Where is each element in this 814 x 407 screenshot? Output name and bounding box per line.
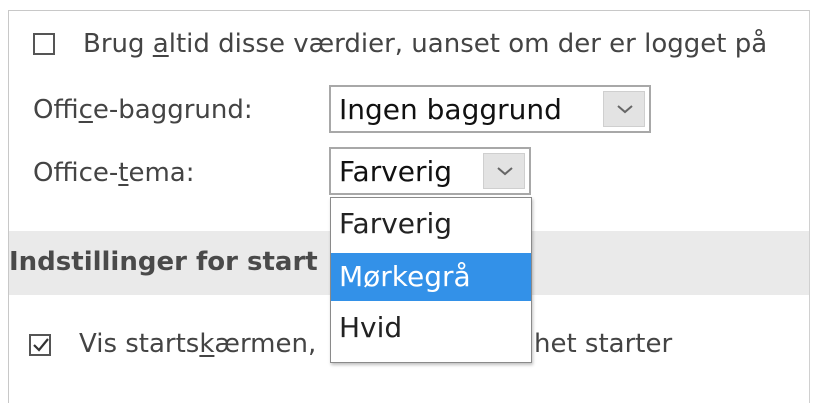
chevron-down-icon — [497, 167, 513, 176]
office-background-select[interactable]: Ingen baggrund — [329, 85, 651, 133]
always-use-values-label: Brug altid disse værdier, uanset om der … — [83, 29, 768, 59]
office-background-dropdown-button[interactable] — [603, 91, 645, 127]
theme-option-hvid[interactable]: Hvid — [331, 304, 531, 352]
office-theme-select[interactable]: Farverig — [329, 147, 531, 195]
chevron-down-icon — [617, 105, 633, 114]
checkmark-icon — [33, 338, 49, 352]
office-theme-value: Farverig — [339, 155, 453, 188]
theme-option-farverig[interactable]: Farverig — [331, 200, 531, 248]
always-use-values-checkbox[interactable] — [33, 33, 55, 55]
show-start-screen-label-tail: het starter — [534, 329, 673, 359]
show-start-screen-label: Vis startskærmen, — [79, 329, 317, 359]
options-panel: Brug altid disse værdier, uanset om der … — [8, 10, 810, 403]
office-background-value: Ingen baggrund — [339, 93, 562, 126]
office-theme-dropdown-list: Farverig Mørkegrå Hvid — [330, 197, 532, 363]
show-start-screen-checkbox[interactable] — [29, 334, 51, 356]
office-theme-label: Office-tema: — [33, 158, 195, 188]
office-background-label: Office-baggrund: — [33, 95, 253, 125]
startup-section-title: Indstillinger for start — [9, 247, 318, 277]
office-theme-dropdown-button[interactable] — [483, 153, 525, 189]
theme-option-morkegra[interactable]: Mørkegrå — [331, 253, 531, 301]
